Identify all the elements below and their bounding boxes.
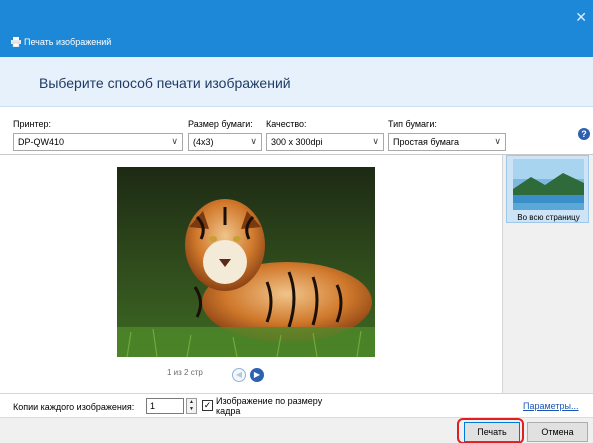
copies-stepper[interactable]: ▲ ▼ xyxy=(186,398,197,414)
title-bar: Печать изображений ✕ xyxy=(0,0,593,57)
fit-frame-label: Изображение по размеру кадра xyxy=(216,396,323,416)
print-settings-bar: Принтер: DP-QW410 ∨ Размер бумаги: (4x3)… xyxy=(0,107,593,155)
window-title: Печать изображений xyxy=(24,37,112,47)
quality-label: Качество: xyxy=(266,119,307,129)
paper-size-select[interactable]: (4x3) ∨ xyxy=(188,133,262,151)
copies-label: Копии каждого изображения: xyxy=(13,402,135,412)
paper-size-label: Размер бумаги: xyxy=(188,119,253,129)
layout-label: Во всю страницу xyxy=(517,213,580,222)
cancel-button[interactable]: Отмена xyxy=(527,422,588,442)
options-link[interactable]: Параметры... xyxy=(523,401,578,411)
print-options: Копии каждого изображения: ▲ ▼ ✓ Изображ… xyxy=(0,393,593,417)
page-counter: 1 из 2 стр xyxy=(167,368,203,377)
layout-panel: Во всю страницу xyxy=(503,155,593,393)
print-preview: 1 из 2 стр ◀ ▶ xyxy=(0,155,502,393)
chevron-down-icon: ∨ xyxy=(494,136,501,146)
landscape-thumbnail xyxy=(513,159,584,210)
tiger-photo xyxy=(117,167,375,357)
close-icon[interactable]: ✕ xyxy=(575,10,587,24)
chevron-down-icon: ∨ xyxy=(372,136,379,146)
chevron-up-icon[interactable]: ▲ xyxy=(187,399,196,406)
chevron-down-icon[interactable]: ▼ xyxy=(187,406,196,413)
printer-icon xyxy=(11,37,21,47)
instruction-banner: Выберите способ печати изображений xyxy=(0,57,593,107)
printer-select[interactable]: DP-QW410 ∨ xyxy=(13,133,183,151)
quality-select[interactable]: 300 x 300dpi ∨ xyxy=(266,133,384,151)
help-icon[interactable]: ? xyxy=(578,128,590,140)
paper-size-value: (4x3) xyxy=(193,137,214,147)
paper-type-value: Простая бумага xyxy=(393,137,460,147)
next-page-button[interactable]: ▶ xyxy=(250,368,264,382)
paper-type-label: Тип бумаги: xyxy=(388,119,437,129)
printer-value: DP-QW410 xyxy=(18,137,65,147)
chevron-down-icon: ∨ xyxy=(250,136,257,146)
copies-input[interactable] xyxy=(146,398,184,414)
dialog-footer: Печать Отмена xyxy=(0,417,593,443)
printer-label: Принтер: xyxy=(13,119,52,129)
previous-page-button[interactable]: ◀ xyxy=(232,368,246,382)
quality-value: 300 x 300dpi xyxy=(271,137,323,147)
chevron-down-icon: ∨ xyxy=(171,136,178,146)
layout-full-page[interactable]: Во всю страницу xyxy=(506,155,589,223)
fit-frame-checkbox[interactable]: ✓ xyxy=(202,400,213,411)
print-button[interactable]: Печать xyxy=(464,422,520,442)
page-heading: Выберите способ печати изображений xyxy=(39,75,291,91)
paper-type-select[interactable]: Простая бумага ∨ xyxy=(388,133,506,151)
